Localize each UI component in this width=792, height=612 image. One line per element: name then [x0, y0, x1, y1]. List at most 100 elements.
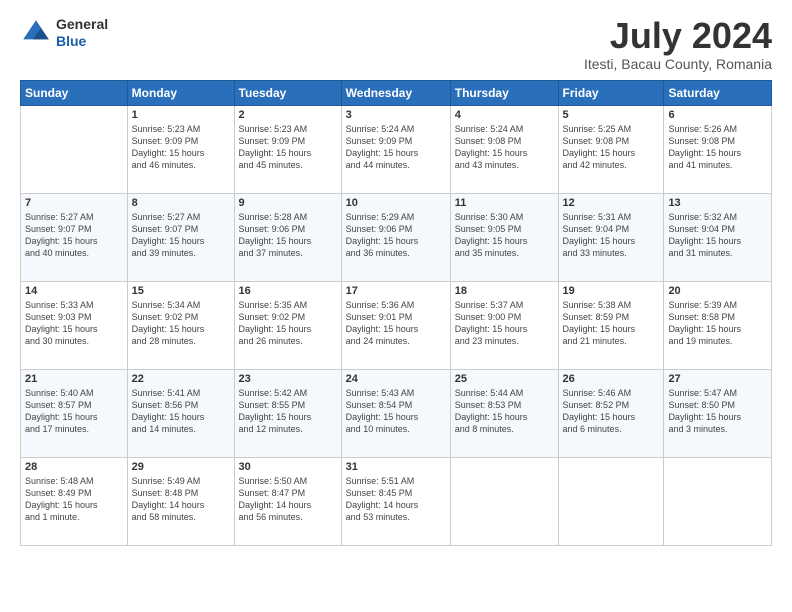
title-block: July 2024 Itesti, Bacau County, Romania — [584, 16, 772, 72]
day-info: Sunrise: 5:38 AM Sunset: 8:59 PM Dayligh… — [563, 299, 660, 348]
day-number: 10 — [346, 197, 446, 209]
logo-blue: Blue — [56, 33, 108, 50]
day-info: Sunrise: 5:30 AM Sunset: 9:05 PM Dayligh… — [455, 211, 554, 260]
week-row-1: 1 Sunrise: 5:23 AM Sunset: 9:09 PM Daylig… — [21, 105, 772, 193]
day-number: 28 — [25, 461, 123, 473]
day-info: Sunrise: 5:27 AM Sunset: 9:07 PM Dayligh… — [132, 211, 230, 260]
day-number: 8 — [132, 197, 230, 209]
day-info: Sunrise: 5:24 AM Sunset: 9:08 PM Dayligh… — [455, 123, 554, 172]
calendar-cell: 18 Sunrise: 5:37 AM Sunset: 9:00 PM Dayli… — [450, 281, 558, 369]
week-row-5: 28 Sunrise: 5:48 AM Sunset: 8:49 PM Dayli… — [21, 457, 772, 545]
calendar-cell: 17Sunrise: 5:36 AM Sunset: 9:01 PM Dayli… — [341, 281, 450, 369]
day-info: Sunrise: 5:33 AM Sunset: 9:03 PM Dayligh… — [25, 299, 123, 348]
day-number: 3 — [346, 109, 446, 121]
calendar-cell: 26 Sunrise: 5:46 AM Sunset: 8:52 PM Dayli… — [558, 369, 664, 457]
day-info: Sunrise: 5:34 AM Sunset: 9:02 PM Dayligh… — [132, 299, 230, 348]
calendar-cell: 22 Sunrise: 5:41 AM Sunset: 8:56 PM Dayli… — [127, 369, 234, 457]
day-number: 24 — [346, 373, 446, 385]
month-title: July 2024 — [584, 16, 772, 56]
day-info: Sunrise: 5:48 AM Sunset: 8:49 PM Dayligh… — [25, 475, 123, 524]
day-info: Sunrise: 5:26 AM Sunset: 9:08 PM Dayligh… — [668, 123, 767, 172]
day-number: 16 — [239, 285, 337, 297]
day-number: 4 — [455, 109, 554, 121]
day-number: 22 — [132, 373, 230, 385]
day-info: Sunrise: 5:49 AM Sunset: 8:48 PM Dayligh… — [132, 475, 230, 524]
day-info: Sunrise: 5:37 AM Sunset: 9:00 PM Dayligh… — [455, 299, 554, 348]
calendar-cell: 20 Sunrise: 5:39 AM Sunset: 8:58 PM Dayli… — [664, 281, 772, 369]
day-info: Sunrise: 5:39 AM Sunset: 8:58 PM Dayligh… — [668, 299, 767, 348]
weekday-header-thursday: Thursday — [450, 80, 558, 105]
day-info: Sunrise: 5:51 AM Sunset: 8:45 PM Dayligh… — [346, 475, 446, 524]
day-info: Sunrise: 5:32 AM Sunset: 9:04 PM Dayligh… — [668, 211, 767, 260]
calendar-cell: 6 Sunrise: 5:26 AM Sunset: 9:08 PM Daylig… — [664, 105, 772, 193]
calendar-cell: 16 Sunrise: 5:35 AM Sunset: 9:02 PM Dayli… — [234, 281, 341, 369]
day-number: 13 — [668, 197, 767, 209]
day-info: Sunrise: 5:40 AM Sunset: 8:57 PM Dayligh… — [25, 387, 123, 436]
week-row-4: 21 Sunrise: 5:40 AM Sunset: 8:57 PM Dayli… — [21, 369, 772, 457]
day-info: Sunrise: 5:42 AM Sunset: 8:55 PM Dayligh… — [239, 387, 337, 436]
day-number: 31 — [346, 461, 446, 473]
day-number: 21 — [25, 373, 123, 385]
day-info: Sunrise: 5:24 AM Sunset: 9:09 PM Dayligh… — [346, 123, 446, 172]
day-info: Sunrise: 5:35 AM Sunset: 9:02 PM Dayligh… — [239, 299, 337, 348]
calendar-cell: 28 Sunrise: 5:48 AM Sunset: 8:49 PM Dayli… — [21, 457, 128, 545]
day-number: 2 — [239, 109, 337, 121]
calendar-cell: 21 Sunrise: 5:40 AM Sunset: 8:57 PM Dayli… — [21, 369, 128, 457]
calendar-cell: 25Sunrise: 5:44 AM Sunset: 8:53 PM Dayli… — [450, 369, 558, 457]
logo: General Blue — [20, 16, 108, 50]
day-number: 29 — [132, 461, 230, 473]
weekday-header-monday: Monday — [127, 80, 234, 105]
weekday-header-row: SundayMondayTuesdayWednesdayThursdayFrid… — [21, 80, 772, 105]
calendar-cell: 13 Sunrise: 5:32 AM Sunset: 9:04 PM Dayli… — [664, 193, 772, 281]
logo-text: General Blue — [56, 16, 108, 50]
calendar-cell: 19Sunrise: 5:38 AM Sunset: 8:59 PM Dayli… — [558, 281, 664, 369]
weekday-header-saturday: Saturday — [664, 80, 772, 105]
logo-icon — [20, 17, 52, 49]
day-number: 25 — [455, 373, 554, 385]
day-number: 12 — [563, 197, 660, 209]
calendar-cell: 7Sunrise: 5:27 AM Sunset: 9:07 PM Daylig… — [21, 193, 128, 281]
day-number: 14 — [25, 285, 123, 297]
calendar-cell: 12 Sunrise: 5:31 AM Sunset: 9:04 PM Dayli… — [558, 193, 664, 281]
calendar-cell: 23Sunrise: 5:42 AM Sunset: 8:55 PM Dayli… — [234, 369, 341, 457]
header: General Blue July 2024 Itesti, Bacau Cou… — [20, 16, 772, 72]
page: General Blue July 2024 Itesti, Bacau Cou… — [0, 0, 792, 612]
day-number: 11 — [455, 197, 554, 209]
location: Itesti, Bacau County, Romania — [584, 56, 772, 72]
day-number: 5 — [563, 109, 660, 121]
day-info: Sunrise: 5:31 AM Sunset: 9:04 PM Dayligh… — [563, 211, 660, 260]
calendar-cell: 4 Sunrise: 5:24 AM Sunset: 9:08 PM Daylig… — [450, 105, 558, 193]
calendar-cell: 2 Sunrise: 5:23 AM Sunset: 9:09 PM Daylig… — [234, 105, 341, 193]
calendar-cell: 29 Sunrise: 5:49 AM Sunset: 8:48 PM Dayli… — [127, 457, 234, 545]
day-info: Sunrise: 5:23 AM Sunset: 9:09 PM Dayligh… — [132, 123, 230, 172]
weekday-header-tuesday: Tuesday — [234, 80, 341, 105]
day-info: Sunrise: 5:28 AM Sunset: 9:06 PM Dayligh… — [239, 211, 337, 260]
weekday-header-sunday: Sunday — [21, 80, 128, 105]
day-number: 1 — [132, 109, 230, 121]
day-number: 7 — [25, 197, 123, 209]
week-row-2: 7 Sunrise: 5:27 AM Sunset: 9:07 PM Daylig… — [21, 193, 772, 281]
calendar-cell: 15 Sunrise: 5:34 AM Sunset: 9:02 PM Dayli… — [127, 281, 234, 369]
day-number: 6 — [668, 109, 767, 121]
day-info: Sunrise: 5:41 AM Sunset: 8:56 PM Dayligh… — [132, 387, 230, 436]
calendar-cell: 1 Sunrise: 5:23 AM Sunset: 9:09 PM Daylig… — [127, 105, 234, 193]
day-info: Sunrise: 5:36 AM Sunset: 9:01 PM Dayligh… — [346, 299, 446, 348]
day-info: Sunrise: 5:25 AM Sunset: 9:08 PM Dayligh… — [563, 123, 660, 172]
calendar: SundayMondayTuesdayWednesdayThursdayFrid… — [20, 80, 772, 546]
day-number: 15 — [132, 285, 230, 297]
day-info: Sunrise: 5:23 AM Sunset: 9:09 PM Dayligh… — [239, 123, 337, 172]
calendar-cell: 24Sunrise: 5:43 AM Sunset: 8:54 PM Dayli… — [341, 369, 450, 457]
logo-general: General — [56, 16, 108, 33]
weekday-header-friday: Friday — [558, 80, 664, 105]
calendar-cell — [450, 457, 558, 545]
weekday-header-wednesday: Wednesday — [341, 80, 450, 105]
day-info: Sunrise: 5:46 AM Sunset: 8:52 PM Dayligh… — [563, 387, 660, 436]
day-number: 20 — [668, 285, 767, 297]
calendar-cell — [558, 457, 664, 545]
day-info: Sunrise: 5:47 AM Sunset: 8:50 PM Dayligh… — [668, 387, 767, 436]
day-number: 18 — [455, 285, 554, 297]
calendar-cell: 8 Sunrise: 5:27 AM Sunset: 9:07 PM Daylig… — [127, 193, 234, 281]
week-row-3: 14 Sunrise: 5:33 AM Sunset: 9:03 PM Dayli… — [21, 281, 772, 369]
calendar-cell: 3 Sunrise: 5:24 AM Sunset: 9:09 PM Daylig… — [341, 105, 450, 193]
day-number: 26 — [563, 373, 660, 385]
